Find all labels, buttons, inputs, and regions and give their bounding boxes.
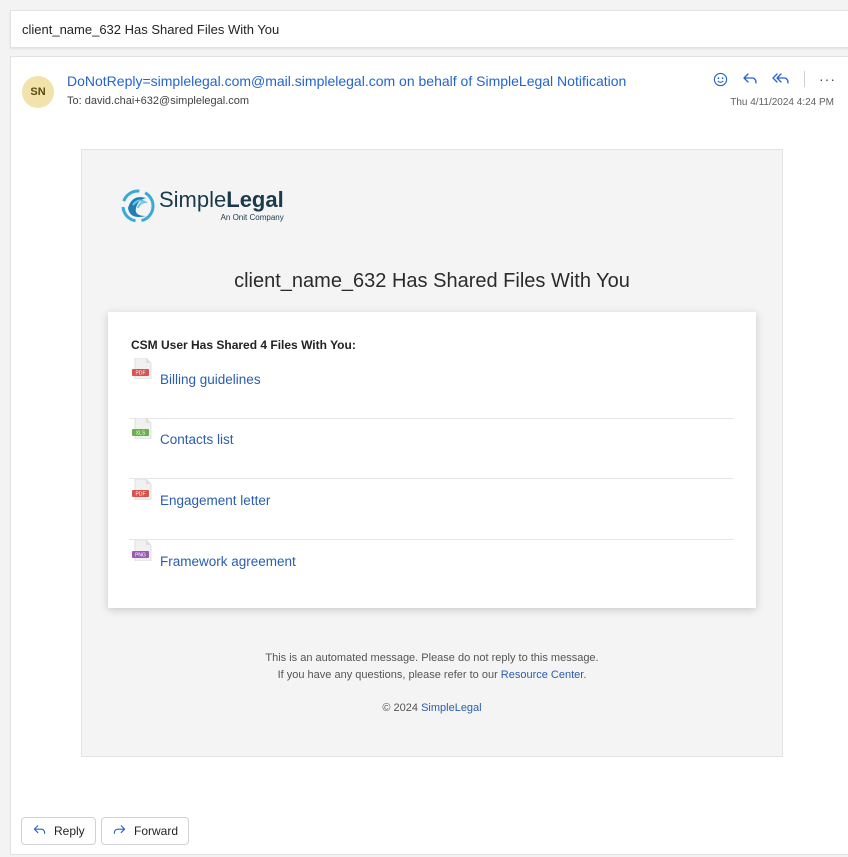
file-item[interactable]: PDF Billing guidelines [129, 358, 734, 419]
simplelegal-link[interactable]: SimpleLegal [421, 702, 482, 714]
recipient-line: To: david.chai+632@simplelegal.com [67, 95, 250, 107]
subject-bar: client_name_632 Has Shared Files With Yo… [10, 10, 848, 48]
reply-button-label: Reply [54, 824, 85, 838]
email-headline: client_name_632 Has Shared Files With Yo… [234, 270, 630, 292]
reply-icon[interactable] [742, 72, 758, 86]
footer-notice: This is an automated message. Please do … [82, 650, 782, 684]
email-subject: client_name_632 Has Shared Files With Yo… [22, 21, 280, 37]
copyright: © 2024 SimpleLegal [82, 702, 782, 714]
logo-tagline: An Onit Company [220, 213, 284, 222]
forward-button-label: Forward [134, 824, 179, 838]
footer-line-1: This is an automated message. Please do … [265, 652, 599, 664]
footer-line-2-suffix: . [583, 669, 587, 681]
forward-button[interactable]: Forward [101, 817, 190, 845]
smiley-icon[interactable] [713, 72, 728, 87]
avatar-initials: SN [30, 86, 46, 98]
file-type-label: PDF [136, 371, 146, 377]
file-item[interactable]: XLS Contacts list [129, 418, 734, 479]
reply-arrow-icon [32, 823, 47, 840]
simplelegal-swirl-icon [121, 189, 155, 223]
logo-word-legal: Legal [226, 187, 284, 212]
png-file-icon: PNG [132, 540, 152, 561]
file-type-label: PNG [135, 553, 146, 559]
sender-avatar[interactable]: SN [22, 76, 54, 108]
resource-center-link[interactable]: Resource Center [501, 669, 584, 681]
sender-name[interactable]: DoNotReply=simplelegal.com@mail.simplele… [67, 73, 626, 89]
logo-word-simple: Simple [159, 187, 227, 212]
file-item[interactable]: PDF Engagement letter [129, 479, 734, 540]
message-pane: SN DoNotReply=simplelegal.com@mail.simpl… [10, 56, 848, 855]
footer-line-2-text: If you have any questions, please refer … [277, 669, 498, 681]
xls-file-icon: XLS [132, 418, 152, 439]
simplelegal-logo: SimpleLegal An Onit Company [120, 188, 284, 224]
sent-date: Thu 4/11/2024 4:24 PM [730, 97, 834, 108]
message-actions: ··· [713, 70, 836, 88]
pdf-file-icon: PDF [132, 479, 152, 500]
copyright-text: © 2024 [382, 702, 419, 714]
shared-files-title: CSM User Has Shared 4 Files With You: [131, 338, 356, 352]
pdf-file-icon: PDF [132, 358, 152, 379]
forward-arrow-icon [112, 823, 127, 840]
file-type-label: XLS [136, 431, 146, 437]
action-divider [804, 71, 805, 87]
reply-all-icon[interactable] [772, 72, 790, 86]
email-body: SimpleLegal An Onit Company client_name_… [81, 149, 783, 757]
file-link[interactable]: Contacts list [160, 432, 234, 447]
footer-line-2: If you have any questions, please refer … [82, 667, 782, 684]
file-link[interactable]: Framework agreement [160, 554, 296, 569]
shared-files-card: CSM User Has Shared 4 Files With You: PD… [108, 312, 756, 608]
reply-button[interactable]: Reply [21, 817, 96, 845]
file-link[interactable]: Billing guidelines [160, 372, 261, 387]
file-link[interactable]: Engagement letter [160, 493, 270, 508]
file-type-label: PDF [136, 492, 146, 498]
more-icon[interactable]: ··· [819, 70, 836, 88]
file-item[interactable]: PNG Framework agreement [129, 540, 734, 600]
